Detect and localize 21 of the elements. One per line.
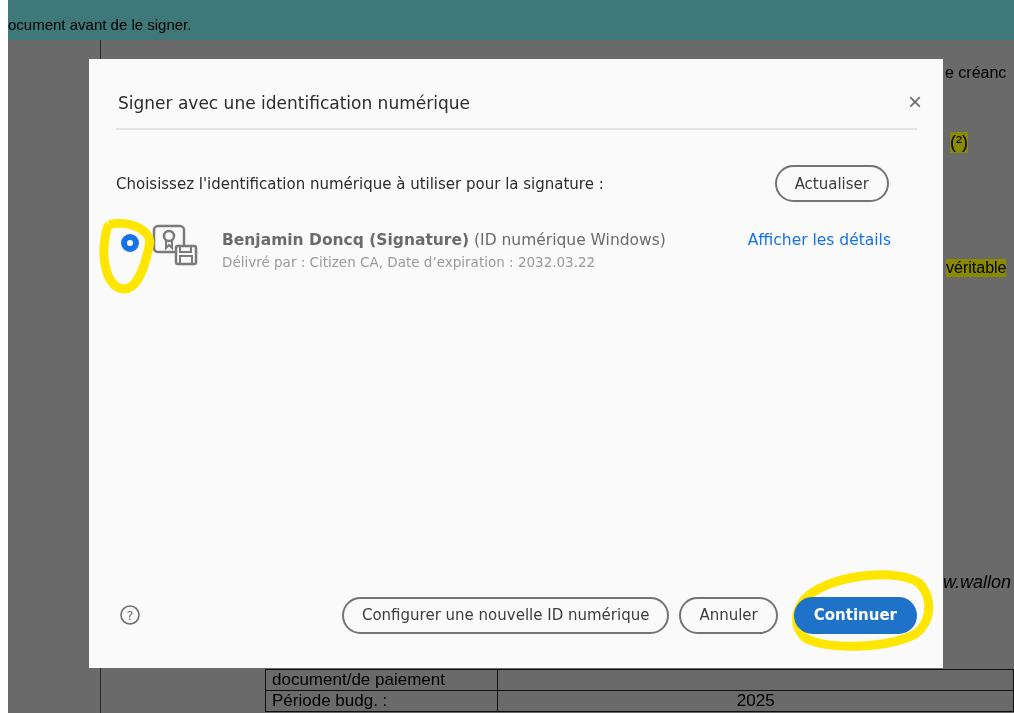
refresh-button[interactable]: Actualiser xyxy=(774,165,889,202)
dialog-title: Signer avec une identification numérique xyxy=(117,91,470,113)
help-icon[interactable]: ? xyxy=(120,605,140,625)
table-cell: Période budg. : xyxy=(265,690,498,712)
table-cell: document/de paiement xyxy=(265,669,498,691)
table-cell: 2025 xyxy=(497,690,1014,712)
document-text: w.wallon xyxy=(943,572,1012,593)
document-text: e créanc xyxy=(945,64,1007,82)
document-text: véritable xyxy=(946,259,1007,277)
continue-button[interactable]: Continuer xyxy=(793,596,917,634)
document-text: (²) xyxy=(950,132,968,153)
radio-button[interactable] xyxy=(121,234,139,252)
dialog-button[interactable]: Configurer une nouvelle ID numérique xyxy=(341,596,670,634)
prompt-text: Choisissez l'identification numérique à utiliser pour la signature : xyxy=(116,174,604,193)
digital-id-name: Benjamin Doncq (Signature) (ID numérique Windows) xyxy=(222,231,667,249)
show-details-link[interactable]: Afficher les détails xyxy=(747,231,891,249)
dialog-button[interactable]: Annuler xyxy=(679,596,778,634)
close-button[interactable]: × xyxy=(908,87,922,116)
banner-message: ocument avant de le signer. xyxy=(8,16,192,33)
digital-id-details: Délivré par : Citizen CA, Date d’expiration : 2032.03.22 xyxy=(222,254,597,270)
certificate-disk-icon xyxy=(152,224,198,266)
